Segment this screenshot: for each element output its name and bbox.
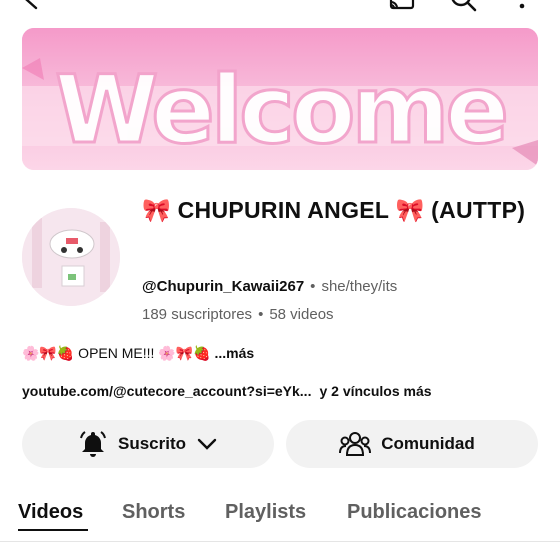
cast-icon[interactable] (388, 0, 416, 15)
chevron-down-icon (196, 437, 218, 451)
back-arrow-icon[interactable] (22, 0, 42, 15)
channel-name: 🎀 CHUPURIN ANGEL 🎀 (AUTTP) (142, 197, 526, 223)
active-tab-indicator (18, 529, 88, 531)
more-vert-icon[interactable] (512, 0, 532, 15)
subscriber-count: 189 suscriptores (142, 306, 253, 323)
search-icon[interactable] (448, 0, 478, 17)
separator-dot: • (310, 278, 316, 295)
video-count: 58 videos (269, 306, 334, 323)
tab-shorts[interactable]: Shorts (122, 498, 185, 526)
channel-pronouns: she/they/its (321, 278, 398, 295)
top-app-bar (0, 0, 560, 14)
subscribed-button[interactable]: Suscrito (22, 420, 274, 468)
bell-icon (78, 430, 108, 458)
channel-tabs: Videos Shorts Playlists Publicaciones (0, 490, 560, 536)
tab-videos[interactable]: Videos (18, 498, 83, 526)
tab-publicaciones[interactable]: Publicaciones (347, 498, 482, 526)
subscribed-label: Suscrito (117, 434, 187, 453)
community-button[interactable]: Comunidad (286, 420, 538, 468)
separator-dot: • (258, 306, 264, 323)
community-label: Comunidad (381, 434, 475, 453)
channel-link[interactable]: youtube.com/@cutecore_account?si=eYk... (22, 383, 311, 399)
description-text: 🌸🎀🍓 OPEN ME!!! 🌸🎀🍓 (22, 345, 211, 361)
banner-artwork: Welcome (22, 28, 538, 170)
tab-playlists[interactable]: Playlists (225, 498, 306, 526)
channel-description[interactable]: 🌸🎀🍓 OPEN ME!!! 🌸🎀🍓 ...más (22, 343, 254, 363)
tabs-divider (0, 541, 560, 542)
channel-links[interactable]: youtube.com/@cutecore_account?si=eYk... y… (22, 381, 432, 401)
channel-handle: @Chupurin_Kawaii267 (142, 278, 305, 295)
community-people-icon (339, 431, 372, 457)
channel-avatar[interactable] (22, 208, 120, 306)
channel-handle-row: @Chupurin_Kawaii267 • she/they/its (142, 277, 397, 297)
description-more-link[interactable]: ...más (215, 345, 255, 361)
channel-banner: Welcome (22, 28, 538, 170)
more-links[interactable]: y 2 vínculos más (311, 383, 431, 399)
banner-text: Welcome (55, 56, 506, 165)
channel-stats: 189 suscriptores • 58 videos (142, 305, 334, 325)
